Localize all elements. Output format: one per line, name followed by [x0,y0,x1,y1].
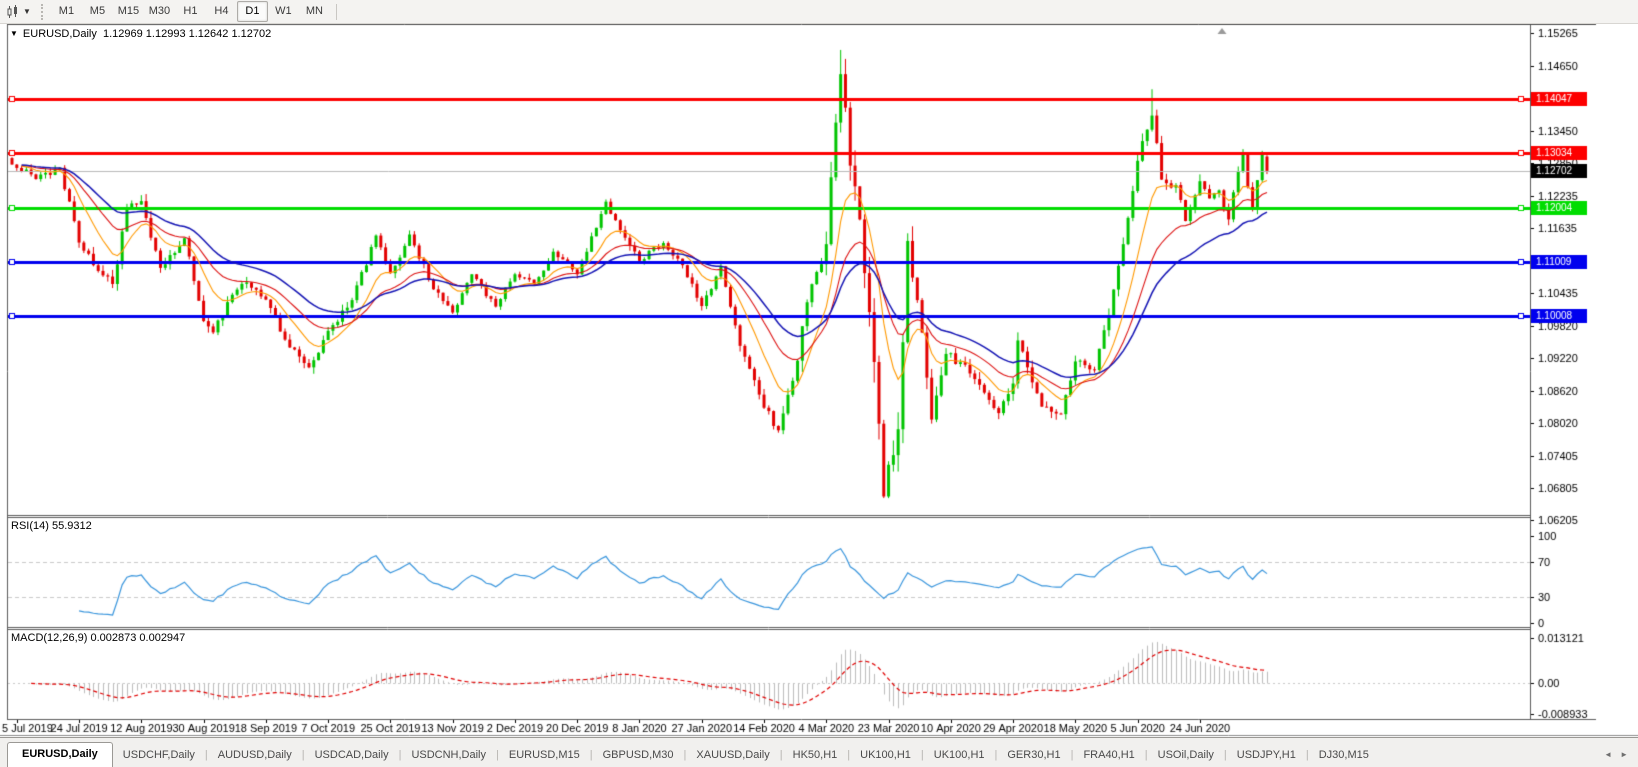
chart-tab-usdjpy-h1[interactable]: USDJPY,H1 [1227,744,1306,767]
chart-tab-uk100-h1[interactable]: UK100,H1 [924,744,995,767]
chart-tab-audusd-daily[interactable]: AUDUSD,Daily [208,744,302,767]
chart-tab-gbpusd-m30[interactable]: GBPUSD,M30 [593,744,684,767]
timeframe-button-m1[interactable]: M1 [51,1,82,22]
timeframe-button-m30[interactable]: M30 [144,1,175,22]
timeframe-buttons: M1 M5 M15 M30 H1 H4 D1 W1 MN [51,1,343,22]
toolbar-separator [335,3,337,20]
chart-tab-hk50-h1[interactable]: HK50,H1 [783,744,848,767]
chart-tab-fra40-h1[interactable]: FRA40,H1 [1073,744,1144,767]
chart-tab-usdcad-daily[interactable]: USDCAD,Daily [305,744,399,767]
timeframe-button-d1[interactable]: D1 [236,1,268,22]
chart-tab-usoil-daily[interactable]: USOil,Daily [1148,744,1224,767]
tool-dropdown-caret-icon[interactable]: ▼ [23,7,31,16]
timeframe-button-h1[interactable]: H1 [175,1,206,22]
chart-tab-xauusd-daily[interactable]: XAUUSD,Daily [686,744,779,767]
timeframe-button-mn[interactable]: MN [299,1,330,22]
price-chart-canvas[interactable] [0,24,1638,737]
toolbar: ▼ M1 M5 M15 M30 H1 H4 D1 W1 MN [0,0,1638,24]
chart-tab-eurusd-m15[interactable]: EURUSD,M15 [499,744,590,767]
chart-tab-eurusd-daily[interactable]: EURUSD,Daily [7,742,113,767]
timeframe-button-w1[interactable]: W1 [268,1,299,22]
chart-tab-usdcnh-daily[interactable]: USDCNH,Daily [401,744,496,767]
chart-tab-ger30-h1[interactable]: GER30,H1 [997,744,1070,767]
chart-tab-dj30-m15[interactable]: DJ30,M15 [1309,744,1379,767]
tab-scroll-right-icon[interactable]: ► [1620,750,1628,759]
timeframe-button-m15[interactable]: M15 [113,1,144,22]
tab-scroll-nav: ◄ ► [1604,750,1638,767]
chart-tab-uk100-h1[interactable]: UK100,H1 [850,744,921,767]
toolbar-grip [40,3,43,20]
chart-tab-usdchf-daily[interactable]: USDCHF,Daily [113,744,205,767]
timeframe-button-m5[interactable]: M5 [82,1,113,22]
tab-scroll-left-icon[interactable]: ◄ [1604,750,1612,759]
chart-tabbar: EURUSD,Daily USDCHF,Daily | AUDUSD,Daily | US… [0,737,1638,767]
chart-tool-icon[interactable] [4,3,22,21]
timeframe-button-h4[interactable]: H4 [206,1,237,22]
chart-window: ▼ EURUSD,Daily 1.12969 1.12993 1.12642 1.… [0,24,1638,737]
